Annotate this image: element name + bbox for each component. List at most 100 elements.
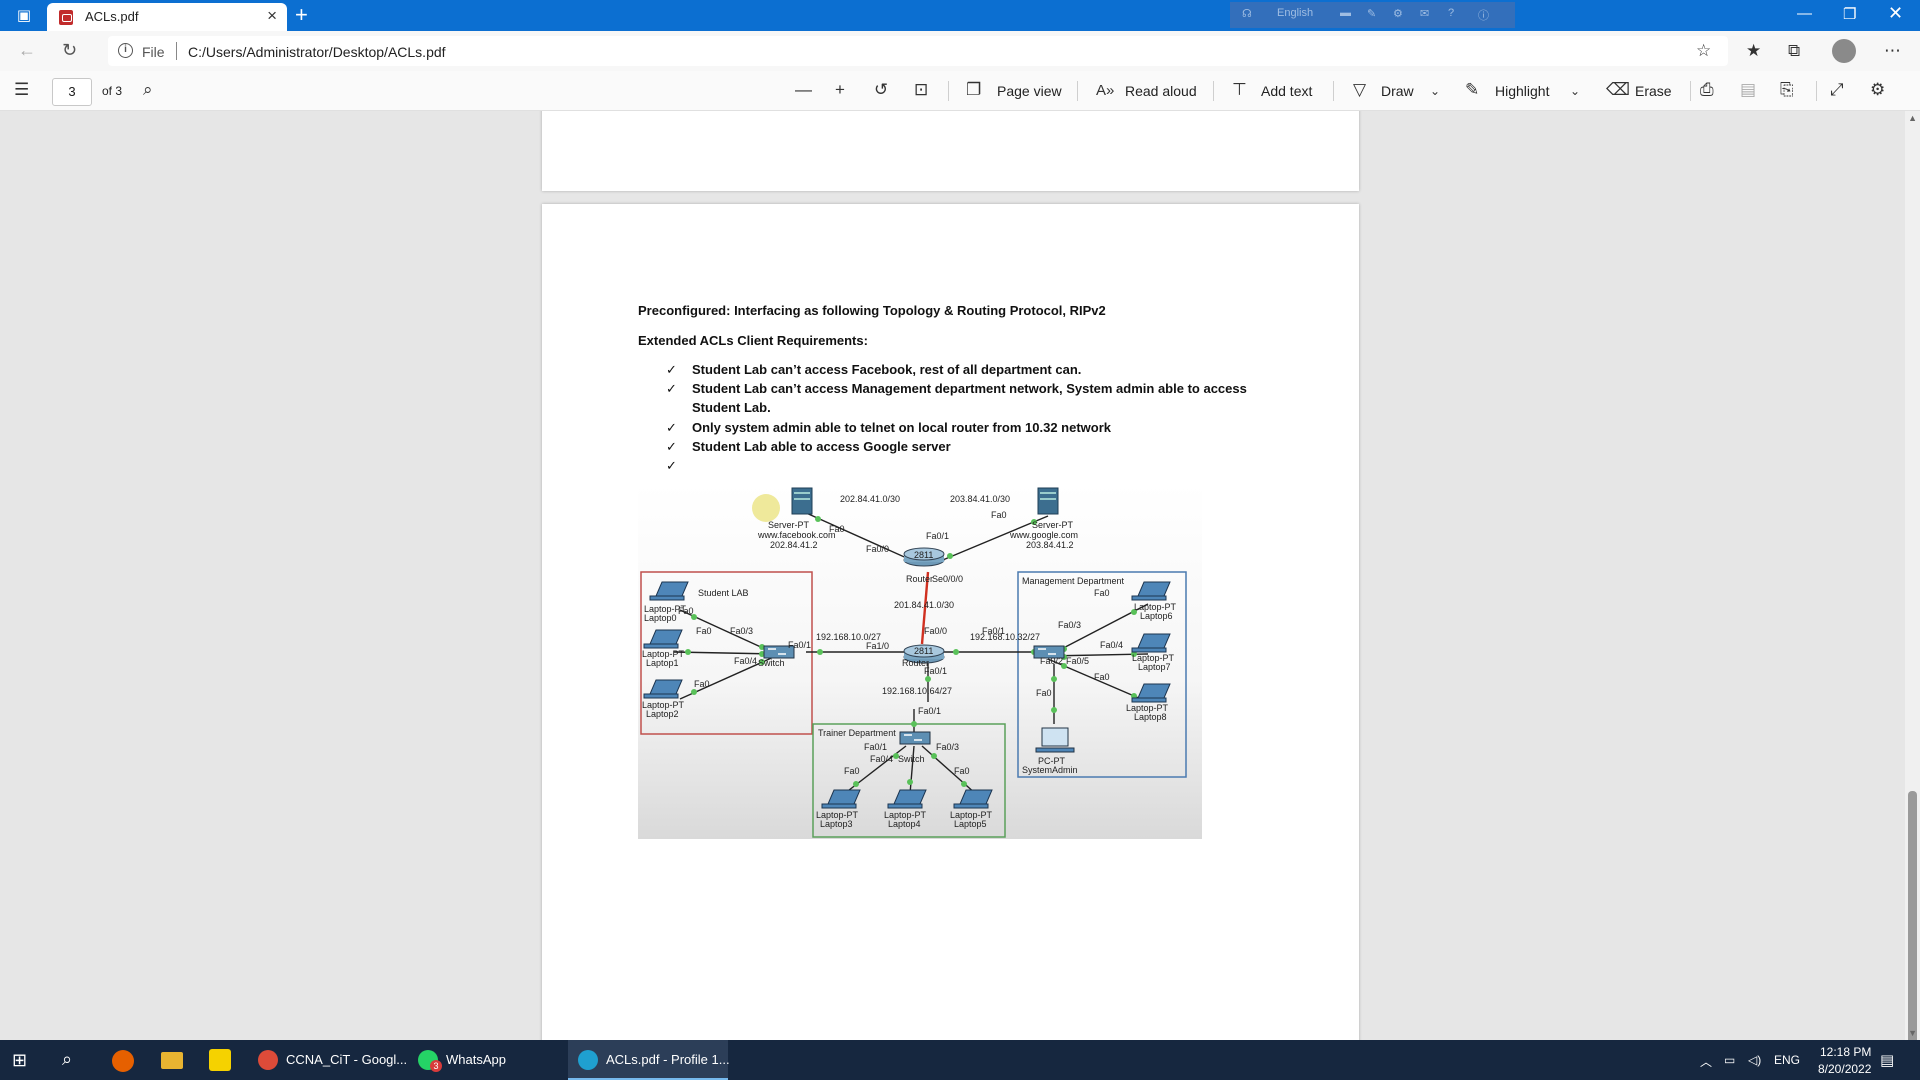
close-window-icon[interactable]: ✕ — [1888, 3, 1903, 24]
highlight-icon[interactable]: ✎ — [1465, 80, 1479, 100]
port-label: Fa0/4 — [734, 656, 757, 666]
player-icon[interactable] — [209, 1049, 231, 1071]
laptop-label: Laptop2 — [646, 709, 679, 719]
show-hidden-icons-icon[interactable]: ︿ — [1700, 1053, 1712, 1070]
tab-actions-icon[interactable]: ▣ — [12, 7, 36, 25]
port-label: Fa0/1 — [788, 640, 811, 650]
requirement-text: Only system admin able to telnet on loca… — [692, 420, 1111, 435]
contents-icon[interactable]: ☰ — [14, 80, 29, 100]
search-icon[interactable]: ⌕ — [62, 1049, 72, 1070]
subnet-label: 192.168.10.32/27 — [970, 632, 1040, 642]
switch-label: Switch — [898, 754, 925, 764]
draw-button[interactable]: Draw — [1381, 83, 1414, 99]
requirement-text: Student Lab can’t access Management depa… — [692, 381, 1247, 396]
read-aloud-button[interactable]: Read aloud — [1125, 83, 1197, 99]
port-label: Fa0 — [1094, 588, 1110, 598]
pc-systemadmin — [1035, 727, 1075, 753]
port-label: Se0/0/0 — [932, 574, 963, 584]
server-url: www.facebook.com — [757, 530, 836, 540]
erase-icon[interactable]: ⌫ — [1606, 80, 1630, 100]
highlight-chevron-down-icon[interactable]: ⌄ — [1570, 84, 1580, 98]
settings-icon[interactable]: ⚙ — [1870, 80, 1885, 100]
firefox-icon[interactable] — [112, 1050, 134, 1072]
preconfigured-text: Preconfigured: Interfacing as following … — [638, 303, 1106, 318]
requirement-text: Student Lab able to access Google server — [692, 439, 951, 454]
back-icon[interactable]: ← — [18, 40, 36, 61]
highlight-button[interactable]: Highlight — [1495, 83, 1549, 99]
settings-icon: ⚙ — [1393, 8, 1403, 20]
chrome-icon — [258, 1050, 278, 1070]
fullscreen-icon[interactable]: ⤢ — [1830, 80, 1844, 100]
network-icon[interactable]: ▭ — [1724, 1053, 1735, 1067]
clock-date[interactable]: 8/20/2022 — [1818, 1062, 1871, 1076]
port-label: Fa0/2 — [1040, 656, 1063, 666]
new-tab-button[interactable]: + — [295, 2, 308, 28]
collections-icon[interactable]: ⧉ — [1788, 41, 1800, 61]
draw-icon[interactable]: ▽ — [1353, 80, 1366, 100]
volume-icon[interactable]: ◁) — [1748, 1053, 1761, 1067]
read-aloud-icon[interactable]: A» — [1096, 82, 1114, 99]
laptop-label: Laptop1 — [646, 658, 679, 668]
scheme-label: File — [142, 44, 165, 60]
info-icon[interactable]: i — [118, 43, 133, 58]
minimize-icon[interactable]: — — [1797, 5, 1812, 22]
divider — [948, 81, 949, 101]
port-label: Fa0 — [678, 606, 694, 616]
google-server — [1037, 487, 1059, 515]
file-explorer-icon[interactable] — [161, 1052, 183, 1069]
add-favorite-icon[interactable]: ☆ — [1696, 41, 1711, 61]
tab-acls[interactable]: ACLs.pdf × — [47, 3, 287, 31]
pdf-viewer[interactable]: Preconfigured: Interfacing as following … — [0, 111, 1920, 1040]
taskbar-app-edge[interactable]: ACLs.pdf - Profile 1... — [568, 1040, 730, 1080]
page-view-button[interactable]: Page view — [997, 83, 1062, 99]
draw-chevron-down-icon[interactable]: ⌄ — [1430, 84, 1440, 98]
windows-start-icon[interactable]: ⊞ — [12, 1050, 27, 1071]
url-text[interactable]: C:/Users/Administrator/Desktop/ACLs.pdf — [188, 44, 446, 60]
pdf-page-current: Preconfigured: Interfacing as following … — [542, 204, 1359, 1040]
mic-icon: ☊ — [1242, 8, 1252, 20]
restore-icon[interactable]: ❐ — [1843, 5, 1856, 23]
port-label: Fa0 — [844, 766, 860, 776]
fit-page-icon[interactable]: ⊡ — [914, 80, 928, 100]
taskbar-app-chrome[interactable]: CCNA_CiT - Googl... — [258, 1040, 407, 1080]
server-label: Server-PT — [1032, 520, 1074, 530]
check-icon: ✓ — [666, 458, 677, 473]
divider — [1213, 81, 1214, 101]
page-view-icon[interactable]: ❐ — [966, 80, 981, 100]
add-text-icon[interactable]: ⊤ — [1232, 80, 1247, 100]
taskbar-app-whatsapp[interactable]: 3 WhatsApp — [418, 1040, 558, 1080]
zoom-out-icon[interactable]: — — [795, 80, 812, 100]
check-icon: ✓ — [666, 381, 677, 396]
print-icon[interactable]: ⎙ — [1700, 80, 1714, 100]
rotate-icon[interactable]: ↺ — [874, 80, 888, 100]
language-indicator[interactable]: ENG — [1774, 1053, 1800, 1067]
erase-button[interactable]: Erase — [1635, 83, 1672, 99]
vertical-scrollbar[interactable]: ▲ ▼ — [1905, 111, 1920, 1071]
save-as-icon[interactable]: ⎘ — [1780, 80, 1794, 100]
laptop-label: Laptop8 — [1134, 712, 1167, 722]
close-tab-icon[interactable]: × — [267, 6, 277, 26]
favorites-icon[interactable]: ★ — [1746, 41, 1761, 61]
profile-avatar[interactable] — [1832, 39, 1856, 63]
port-label: Fa0/3 — [1058, 620, 1081, 630]
add-text-button[interactable]: Add text — [1261, 83, 1312, 99]
notifications-icon[interactable]: ▤ — [1880, 1051, 1894, 1069]
facebook-server — [791, 487, 813, 515]
subnet-label: 201.84.41.0/30 — [894, 600, 954, 610]
server-ip: 202.84.41.2 — [770, 540, 818, 550]
zoom-in-icon[interactable]: + — [835, 80, 845, 100]
url-box[interactable]: i File C:/Users/Administrator/Desktop/AC… — [108, 36, 1728, 66]
scroll-down-icon[interactable]: ▼ — [1908, 1028, 1917, 1038]
port-label: Fa0/4 — [1100, 640, 1123, 650]
search-icon[interactable]: ⌕ — [143, 80, 153, 100]
keyboard-icon: ▬ — [1340, 7, 1351, 19]
more-icon[interactable]: ⋯ — [1884, 41, 1901, 61]
subnet-label: 192.168.10.64/27 — [882, 686, 952, 696]
clock-time[interactable]: 12:18 PM — [1820, 1045, 1871, 1059]
save-icon[interactable]: ▤ — [1740, 80, 1756, 100]
divider — [1816, 81, 1817, 101]
page-number-input[interactable]: 3 — [52, 78, 92, 106]
server-label: Server-PT — [768, 520, 810, 530]
refresh-icon[interactable]: ↻ — [62, 40, 77, 61]
scroll-up-icon[interactable]: ▲ — [1908, 113, 1917, 123]
